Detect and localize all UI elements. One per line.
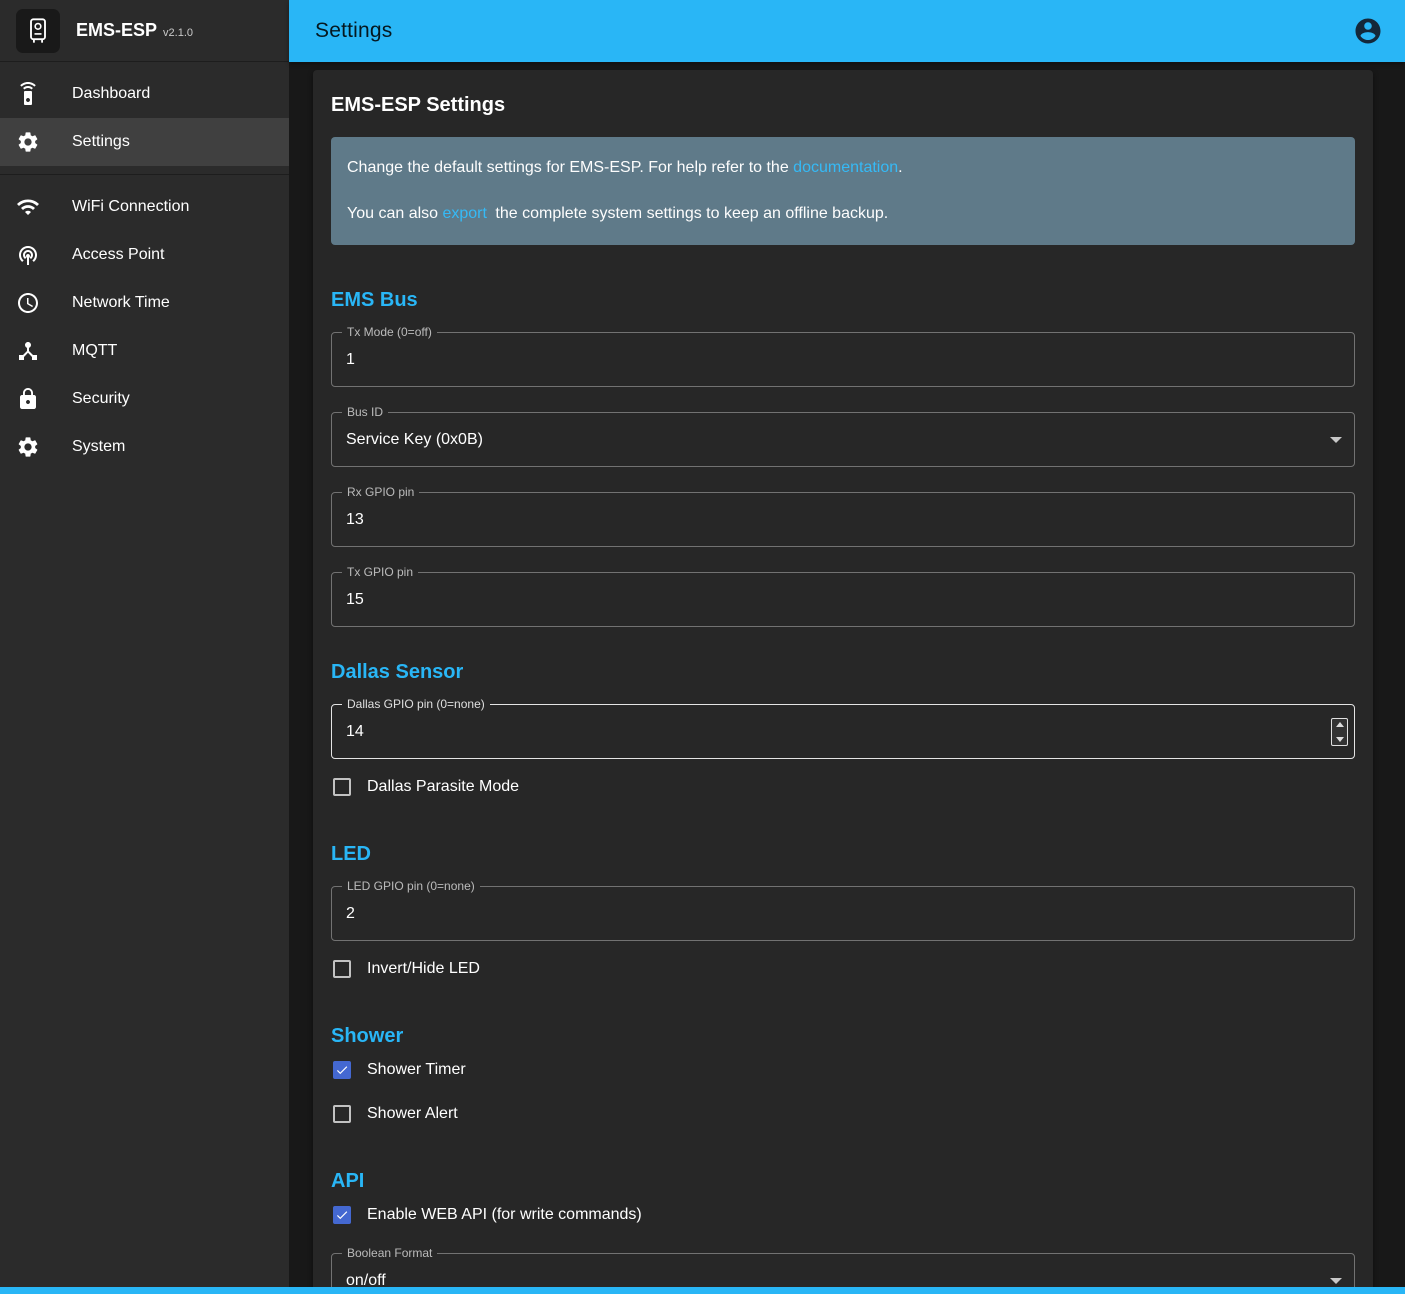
sidebar-item-label: Access Point bbox=[72, 246, 164, 264]
app-root: EMS-ESP v2.1.0 Dashboard Settings WiFi Co… bbox=[0, 0, 1405, 1294]
checkbox-label: Enable WEB API (for write commands) bbox=[367, 1206, 642, 1224]
sidebar-item-system[interactable]: System bbox=[0, 423, 289, 471]
sidebar: EMS-ESP v2.1.0 Dashboard Settings WiFi Co… bbox=[0, 0, 289, 1294]
tx-mode-field: Tx Mode (0=off) bbox=[331, 332, 1355, 387]
sidebar-item-wifi-connection[interactable]: WiFi Connection bbox=[0, 183, 289, 231]
app-name: EMS-ESP bbox=[76, 20, 157, 40]
sidebar-item-label: Dashboard bbox=[72, 85, 150, 103]
chevron-down-icon bbox=[1330, 1278, 1342, 1284]
rx-gpio-input[interactable] bbox=[346, 511, 1310, 529]
sidebar-item-access-point[interactable]: Access Point bbox=[0, 231, 289, 279]
tx-mode-label: Tx Mode (0=off) bbox=[342, 325, 437, 340]
bus-id-value: Service Key (0x0B) bbox=[346, 431, 1310, 449]
dallas-gpio-field: Dallas GPIO pin (0=none) bbox=[331, 704, 1355, 759]
lock-icon bbox=[16, 387, 40, 411]
info-text: You can also bbox=[347, 205, 442, 222]
access-point-icon bbox=[16, 243, 40, 267]
boolean-format-label: Boolean Format bbox=[342, 1246, 437, 1261]
checkbox-checked-icon[interactable] bbox=[333, 1061, 351, 1079]
sidebar-item-settings[interactable]: Settings bbox=[0, 118, 289, 166]
led-gpio-field: LED GPIO pin (0=none) bbox=[331, 886, 1355, 941]
app-version: v2.1.0 bbox=[163, 27, 193, 39]
sidebar-nav: Dashboard Settings WiFi Connection Acces… bbox=[0, 62, 289, 471]
app-title: EMS-ESP v2.1.0 bbox=[76, 20, 193, 41]
sidebar-item-security[interactable]: Security bbox=[0, 375, 289, 423]
content-area: EMS-ESP Settings Change the default sett… bbox=[289, 62, 1405, 1294]
info-text: the complete system settings to keep an … bbox=[491, 205, 888, 222]
stepper-up-icon[interactable] bbox=[1336, 722, 1344, 727]
stepper-down-icon[interactable] bbox=[1336, 737, 1344, 742]
checkbox-checked-icon[interactable] bbox=[333, 1206, 351, 1224]
info-box: Change the default settings for EMS-ESP.… bbox=[331, 137, 1355, 245]
bottom-edge-bar bbox=[0, 1287, 1405, 1294]
sidebar-item-label: Network Time bbox=[72, 294, 170, 312]
checkbox-label: Shower Timer bbox=[367, 1061, 466, 1079]
rx-gpio-label: Rx GPIO pin bbox=[342, 485, 419, 500]
sidebar-header: EMS-ESP v2.1.0 bbox=[0, 0, 289, 62]
gear-icon bbox=[16, 435, 40, 459]
section-title-ems-bus: EMS Bus bbox=[331, 289, 1355, 312]
dallas-gpio-label: Dallas GPIO pin (0=none) bbox=[342, 697, 490, 712]
dallas-parasite-checkbox-row[interactable]: Dallas Parasite Mode bbox=[331, 765, 1355, 809]
rx-gpio-field: Rx GPIO pin bbox=[331, 492, 1355, 547]
sidebar-item-label: System bbox=[72, 438, 125, 456]
main-column: Settings EMS-ESP Settings Change the def… bbox=[289, 0, 1405, 1294]
checkbox-label: Dallas Parasite Mode bbox=[367, 778, 519, 796]
enable-web-api-checkbox-row[interactable]: Enable WEB API (for write commands) bbox=[331, 1193, 1355, 1237]
number-stepper[interactable] bbox=[1331, 718, 1348, 746]
dallas-gpio-input[interactable] bbox=[346, 723, 1310, 741]
info-text: Change the default settings for EMS-ESP.… bbox=[347, 159, 793, 176]
checkbox-label: Shower Alert bbox=[367, 1105, 458, 1123]
documentation-link[interactable]: documentation bbox=[793, 159, 898, 176]
bus-id-select[interactable]: Bus ID Service Key (0x0B) bbox=[331, 412, 1355, 467]
account-circle-icon[interactable] bbox=[1353, 16, 1383, 46]
checkbox-unchecked-icon[interactable] bbox=[333, 778, 351, 796]
sidebar-divider bbox=[0, 174, 289, 175]
led-gpio-input[interactable] bbox=[346, 905, 1310, 923]
info-line-1: Change the default settings for EMS-ESP.… bbox=[347, 157, 1339, 179]
section-title-shower: Shower bbox=[331, 1025, 1355, 1048]
settings-card: EMS-ESP Settings Change the default sett… bbox=[313, 70, 1373, 1294]
appbar: Settings bbox=[289, 0, 1405, 62]
sidebar-item-mqtt[interactable]: MQTT bbox=[0, 327, 289, 375]
sidebar-item-label: Security bbox=[72, 390, 130, 408]
wifi-icon bbox=[16, 195, 40, 219]
tx-mode-input[interactable] bbox=[346, 351, 1310, 369]
invert-led-checkbox-row[interactable]: Invert/Hide LED bbox=[331, 947, 1355, 991]
boiler-logo-icon bbox=[24, 17, 52, 45]
shower-alert-checkbox-row[interactable]: Shower Alert bbox=[331, 1092, 1355, 1136]
remote-icon bbox=[16, 82, 40, 106]
info-line-2: You can also export the complete system … bbox=[347, 203, 1339, 225]
checkbox-label: Invert/Hide LED bbox=[367, 960, 480, 978]
chevron-down-icon bbox=[1330, 437, 1342, 443]
section-title-led: LED bbox=[331, 843, 1355, 866]
clock-icon bbox=[16, 291, 40, 315]
export-link[interactable]: export bbox=[442, 205, 486, 222]
card-title: EMS-ESP Settings bbox=[331, 94, 1355, 117]
app-logo bbox=[16, 9, 60, 53]
sidebar-item-network-time[interactable]: Network Time bbox=[0, 279, 289, 327]
device-hub-icon bbox=[16, 339, 40, 363]
shower-timer-checkbox-row[interactable]: Shower Timer bbox=[331, 1048, 1355, 1092]
led-gpio-label: LED GPIO pin (0=none) bbox=[342, 879, 480, 894]
section-title-api: API bbox=[331, 1170, 1355, 1193]
info-text: . bbox=[898, 159, 902, 176]
sidebar-item-label: Settings bbox=[72, 133, 130, 151]
page-title: Settings bbox=[315, 19, 392, 43]
bus-id-label: Bus ID bbox=[342, 405, 388, 420]
checkbox-unchecked-icon[interactable] bbox=[333, 960, 351, 978]
gear-icon bbox=[16, 130, 40, 154]
sidebar-item-label: WiFi Connection bbox=[72, 198, 189, 216]
sidebar-item-dashboard[interactable]: Dashboard bbox=[0, 70, 289, 118]
checkbox-unchecked-icon[interactable] bbox=[333, 1105, 351, 1123]
tx-gpio-input[interactable] bbox=[346, 591, 1310, 609]
tx-gpio-label: Tx GPIO pin bbox=[342, 565, 418, 580]
sidebar-item-label: MQTT bbox=[72, 342, 117, 360]
section-title-dallas-sensor: Dallas Sensor bbox=[331, 661, 1355, 684]
tx-gpio-field: Tx GPIO pin bbox=[331, 572, 1355, 627]
